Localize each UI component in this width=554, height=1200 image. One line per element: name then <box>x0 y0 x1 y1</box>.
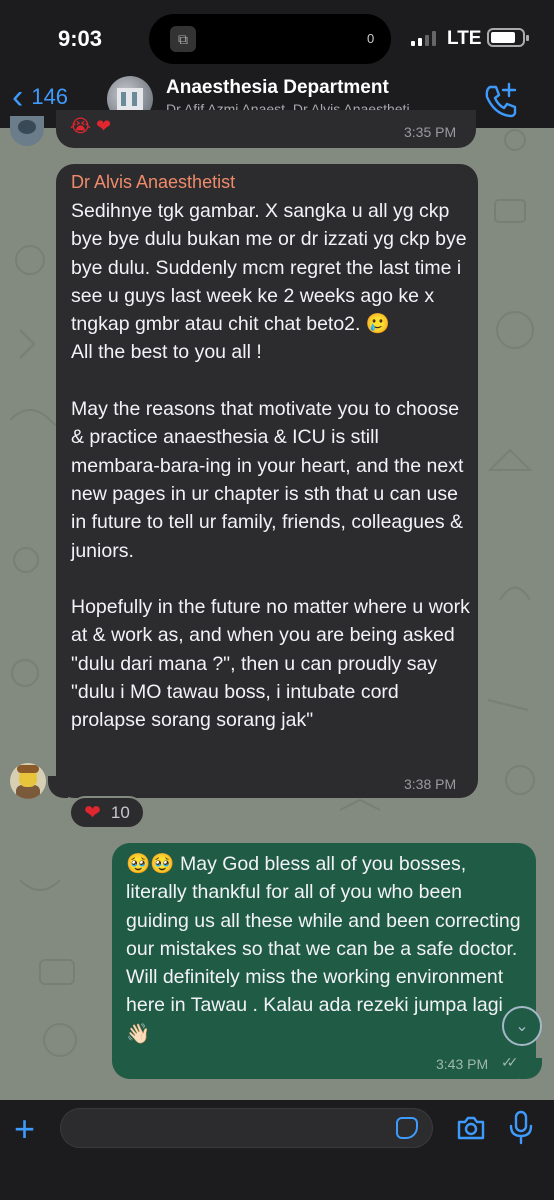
battery-icon <box>487 28 529 47</box>
sender-avatar[interactable] <box>10 763 46 799</box>
status-bar: 9:03 ⧉ 0 LTE <box>0 0 554 72</box>
outgoing-message-text: 🥹🥹 May God bless all of you bosses, lite… <box>126 853 527 1045</box>
status-time: 9:03 <box>58 26 103 51</box>
plus-icon[interactable]: + <box>14 1111 35 1147</box>
read-receipt-icon: ✓✓ <box>501 1054 519 1070</box>
previous-message-time: 3:35 PM <box>404 124 457 140</box>
signal-icon <box>411 30 436 46</box>
island-app-icon: ⧉ <box>170 26 196 52</box>
island-count: 0 <box>367 31 375 46</box>
incoming-message-time: 3:38 PM <box>404 776 457 792</box>
message-input[interactable] <box>60 1108 433 1148</box>
previous-message-emoji: 😭 ❤ <box>70 116 112 136</box>
unread-count: 146 <box>31 84 69 109</box>
chevron-left-icon: ‹ <box>12 78 24 116</box>
sender-name[interactable]: Dr Alvis Anaesthetist <box>71 172 235 193</box>
back-button[interactable]: ‹ 146 <box>12 78 69 116</box>
incoming-message-text: Sedihnye tgk gambar. X sangka u all yg c… <box>71 200 470 732</box>
outgoing-message-time: 3:43 PM <box>436 1056 489 1072</box>
group-name[interactable]: Anaesthesia Department <box>166 77 389 99</box>
scroll-down-button[interactable]: ⌄ <box>502 1006 542 1046</box>
phone-plus-icon[interactable] <box>482 82 518 118</box>
microphone-icon[interactable] <box>507 1110 535 1146</box>
reaction-count: 10 <box>110 802 130 822</box>
reaction-badge[interactable]: ❤ 10 <box>69 796 145 829</box>
network-type: LTE <box>447 28 482 49</box>
camera-icon[interactable] <box>455 1112 487 1144</box>
chevron-down-icon: ⌄ <box>515 1018 529 1035</box>
heart-icon: ❤ <box>84 802 101 824</box>
